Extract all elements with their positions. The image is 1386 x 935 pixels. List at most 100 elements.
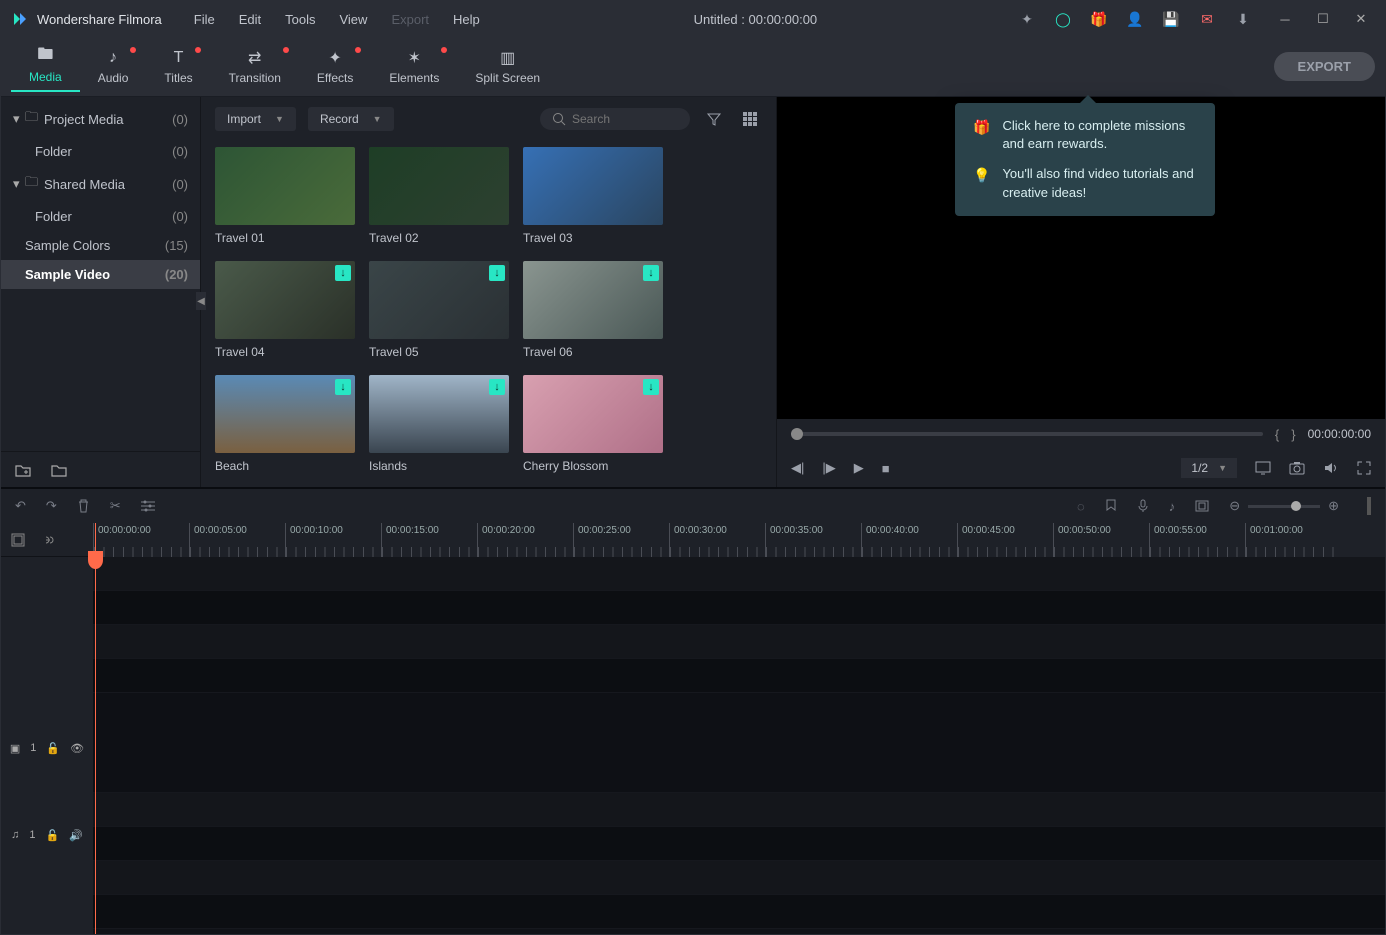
menu-view[interactable]: View <box>327 8 379 31</box>
track-row[interactable] <box>93 895 1385 929</box>
media-thumb[interactable]: ↓Travel 05 <box>369 261 509 359</box>
save-icon[interactable]: 💾 <box>1163 11 1179 27</box>
tab-effects[interactable]: ✦Effects <box>299 43 371 91</box>
mark-out-button[interactable]: } <box>1291 427 1295 442</box>
export-button[interactable]: EXPORT <box>1274 52 1375 81</box>
zoom-out-button[interactable]: ⊖ <box>1229 498 1240 514</box>
search-input[interactable] <box>572 112 672 126</box>
fullscreen-icon[interactable] <box>1357 461 1371 475</box>
media-thumb[interactable]: ↓Travel 04 <box>215 261 355 359</box>
download-icon[interactable]: ⬇ <box>1235 11 1251 27</box>
link-icon[interactable] <box>41 533 55 547</box>
menu-tools[interactable]: Tools <box>273 8 327 31</box>
record-dropdown[interactable]: Record▼ <box>308 107 394 131</box>
snapshot-icon[interactable] <box>1289 461 1305 475</box>
track-row[interactable] <box>93 557 1385 591</box>
audio-mixer-icon[interactable]: ♪ <box>1169 499 1176 514</box>
menu-file[interactable]: File <box>182 8 227 31</box>
preview-seekbar[interactable] <box>791 432 1263 436</box>
cut-button[interactable]: ✂ <box>110 498 121 514</box>
media-thumb[interactable]: ↓Travel 06 <box>523 261 663 359</box>
folder-icon[interactable] <box>51 463 67 477</box>
close-button[interactable]: ✕ <box>1347 9 1375 29</box>
minimize-button[interactable]: ─ <box>1271 9 1299 29</box>
download-icon[interactable]: ↓ <box>643 265 659 281</box>
zoom-slider-knob[interactable] <box>1291 501 1301 511</box>
filter-icon[interactable] <box>702 107 726 131</box>
crop-icon[interactable] <box>1195 500 1209 512</box>
display-icon[interactable] <box>1255 461 1271 475</box>
play-button[interactable]: ▶ <box>854 460 864 476</box>
media-thumb[interactable]: ↓Cherry Blossom <box>523 375 663 473</box>
render-icon[interactable]: ◌ <box>1077 499 1085 514</box>
delete-button[interactable] <box>77 499 90 513</box>
download-icon[interactable]: ↓ <box>489 265 505 281</box>
video-track-header[interactable]: ▣1 🔓 👁 <box>1 698 93 798</box>
track-row[interactable] <box>93 591 1385 625</box>
eye-icon[interactable]: 👁 <box>70 742 84 755</box>
video-track-row[interactable] <box>93 693 1385 793</box>
lock-icon[interactable]: 🔓 <box>45 829 59 842</box>
headphones-icon[interactable]: ◯ <box>1055 11 1071 27</box>
media-thumb[interactable]: ↓Beach <box>215 375 355 473</box>
track-row[interactable] <box>93 793 1385 827</box>
audio-track-header[interactable]: ♫1 🔓 🔊 <box>1 818 93 852</box>
search-box[interactable] <box>540 108 690 130</box>
sidebar-item-folder[interactable]: Folder(0) <box>1 202 200 231</box>
grid-view-icon[interactable] <box>738 107 762 131</box>
volume-icon[interactable] <box>1323 461 1339 475</box>
tab-audio[interactable]: ♪Audio <box>80 43 147 91</box>
zoom-slider[interactable] <box>1248 505 1320 508</box>
tab-split-screen[interactable]: ▥Split Screen <box>457 43 558 91</box>
redo-button[interactable]: ↷ <box>46 498 57 514</box>
menu-help[interactable]: Help <box>441 8 492 31</box>
timeline-area[interactable]: 00:00:00:0000:00:05:0000:00:10:0000:00:1… <box>93 523 1385 934</box>
tab-elements[interactable]: ✶Elements <box>371 43 457 91</box>
tab-transition[interactable]: ⇄Transition <box>211 43 299 91</box>
track-row[interactable] <box>93 659 1385 693</box>
sidebar-item-sample-video[interactable]: Sample Video(20) <box>1 260 200 289</box>
seekbar-knob[interactable] <box>791 428 803 440</box>
lock-icon[interactable]: 🔓 <box>46 742 60 755</box>
tab-titles[interactable]: TTitles <box>146 43 210 91</box>
track-row[interactable] <box>93 861 1385 895</box>
user-icon[interactable]: 👤 <box>1127 11 1143 27</box>
sidebar-collapse-handle[interactable]: ◀ <box>196 292 206 310</box>
voiceover-icon[interactable] <box>1137 499 1149 513</box>
menu-export[interactable]: Export <box>379 8 441 31</box>
prev-frame-button[interactable]: ◀| <box>791 460 804 476</box>
download-icon[interactable]: ↓ <box>643 379 659 395</box>
download-icon[interactable]: ↓ <box>335 265 351 281</box>
sparkle-icon[interactable]: ✦ <box>1019 11 1035 27</box>
media-thumb[interactable]: ↓Islands <box>369 375 509 473</box>
stop-button[interactable]: ■ <box>882 461 890 476</box>
media-thumb[interactable]: Travel 01 <box>215 147 355 245</box>
settings-icon[interactable] <box>141 500 155 512</box>
zoom-in-button[interactable]: ⊕ <box>1328 498 1339 514</box>
timeline-scroll-icon[interactable] <box>1367 497 1371 515</box>
track-row[interactable] <box>93 625 1385 659</box>
media-thumb[interactable]: Travel 02 <box>369 147 509 245</box>
playhead-handle[interactable] <box>88 551 103 569</box>
download-icon[interactable]: ↓ <box>335 379 351 395</box>
sidebar-item-folder[interactable]: Folder(0) <box>1 137 200 166</box>
menu-edit[interactable]: Edit <box>227 8 273 31</box>
gift-icon[interactable]: 🎁 <box>1091 11 1107 27</box>
timeline-ruler[interactable]: 00:00:00:0000:00:05:0000:00:10:0000:00:1… <box>93 523 1385 557</box>
new-folder-icon[interactable] <box>15 463 31 477</box>
timeline-tracks[interactable] <box>93 557 1385 929</box>
media-thumb[interactable]: Travel 03 <box>523 147 663 245</box>
marker-icon[interactable] <box>1105 499 1117 513</box>
download-icon[interactable]: ↓ <box>489 379 505 395</box>
preview-scale-dropdown[interactable]: 1/2▼ <box>1181 458 1237 478</box>
import-dropdown[interactable]: Import▼ <box>215 107 296 131</box>
audio-track-row[interactable] <box>93 827 1385 861</box>
sidebar-item-shared-media[interactable]: ▾🗀Shared Media(0) <box>1 166 200 202</box>
tab-media[interactable]: 🖿Media <box>11 42 80 92</box>
mail-icon[interactable]: ✉ <box>1199 11 1215 27</box>
sidebar-item-sample-colors[interactable]: Sample Colors(15) <box>1 231 200 260</box>
undo-button[interactable]: ↶ <box>15 498 26 514</box>
sidebar-item-project-media[interactable]: ▾🗀Project Media(0) <box>1 101 200 137</box>
playhead[interactable] <box>95 523 96 934</box>
mute-icon[interactable]: 🔊 <box>69 829 83 842</box>
